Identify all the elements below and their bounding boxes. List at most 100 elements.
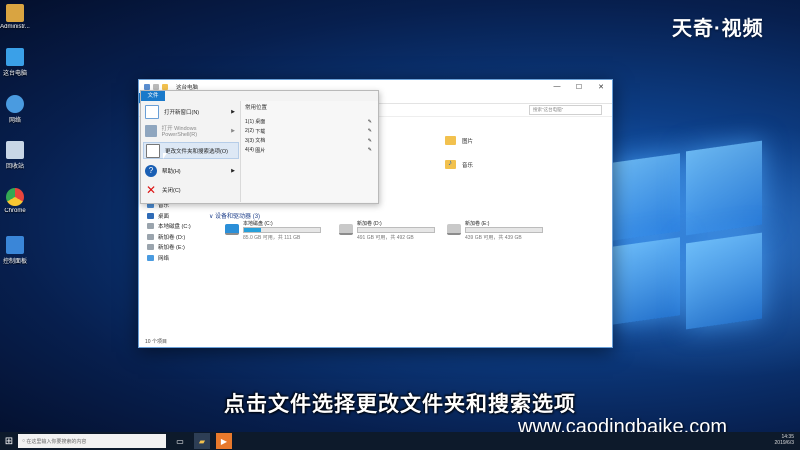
- desktop-icon-label: Chrome: [4, 208, 26, 214]
- frequent-place-item[interactable]: 2(2) 下载 ✎: [241, 127, 378, 137]
- nav-item-drive-d[interactable]: 新加卷 (D:): [147, 232, 191, 243]
- music-folder-icon: [445, 158, 456, 169]
- status-bar: 10 个项目: [145, 339, 167, 345]
- file-explorer-taskbar-icon[interactable]: ▰: [194, 433, 210, 449]
- nav-item-label: 新加卷 (E:): [158, 245, 185, 252]
- network-icon: [6, 95, 24, 113]
- drive-name: 新加卷 (D:): [357, 221, 382, 227]
- submenu-arrow-icon: ▶: [231, 108, 235, 115]
- menu-item-folder-options[interactable]: 更改文件夹和搜索选项(O): [143, 142, 239, 159]
- frequent-place-item[interactable]: 1(1) 桌面 ✎: [241, 117, 378, 127]
- mouse-cursor-icon: [163, 153, 167, 159]
- maximize-button[interactable]: ☐: [568, 83, 590, 91]
- frequent-label: 图片: [255, 147, 266, 154]
- drive-capacity: 439 GB 可用，共 439 GB: [465, 235, 522, 241]
- windows-start-icon: ⊞: [4, 435, 14, 447]
- powershell-icon: [145, 124, 157, 137]
- drive-name: 本地磁盘 (C:): [243, 221, 273, 227]
- pin-icon[interactable]: ✎: [368, 128, 372, 134]
- close-window-button[interactable]: ✕: [590, 83, 612, 91]
- nav-item-drive-e[interactable]: 新加卷 (E:): [147, 242, 191, 253]
- drive-icon: [147, 244, 154, 251]
- desktop-icon-control-panel[interactable]: 控制面板: [0, 236, 30, 265]
- task-view-icon[interactable]: ▭: [172, 433, 188, 449]
- search-input[interactable]: 搜索"这台电脑": [529, 105, 602, 115]
- frequent-label: 桌面: [255, 119, 266, 126]
- nav-item-label: 本地磁盘 (C:): [158, 224, 191, 231]
- drive-icon: [147, 223, 154, 230]
- pin-icon[interactable]: ✎: [368, 138, 372, 144]
- taskbar: ⊞ ○ 在这里输入你要搜索的内容 ▭ ▰ ▶ 14:35 2019/6/3: [0, 432, 800, 450]
- nav-item-drive-c[interactable]: 本地磁盘 (C:): [147, 221, 191, 232]
- folder-label: 图片: [462, 138, 474, 145]
- frequent-places-header: 常用位置: [245, 105, 268, 111]
- folder-options-icon: [146, 143, 160, 158]
- menu-item-open-new-window[interactable]: 打开新窗口(N) ▶: [143, 103, 239, 120]
- new-window-icon: [145, 104, 159, 119]
- desktop-icon-recycle-bin[interactable]: 回收站: [0, 141, 30, 170]
- desktop-icon-this-pc[interactable]: 这台电脑: [0, 48, 30, 77]
- pin-icon[interactable]: ✎: [368, 147, 372, 153]
- menu-item-label: 更改文件夹和搜索选项(O): [165, 148, 228, 155]
- menu-item-label: 关闭(C): [162, 187, 181, 194]
- drive-icon: [147, 233, 154, 240]
- pictures-folder-icon: [445, 136, 456, 145]
- computer-icon: [6, 48, 24, 66]
- file-menu: 文件 打开新窗口(N) ▶ 打开 Windows PowerShell(R) ▶ 更…: [140, 90, 379, 204]
- windows-drive-icon: [225, 224, 239, 235]
- windows-logo-wallpaper: [612, 140, 762, 340]
- devices-section-header[interactable]: ∨ 设备和驱动器 (3): [209, 211, 260, 220]
- frequent-place-item[interactable]: 4(4) 图片 ✎: [241, 146, 378, 156]
- desktop-icon-label: 这台电脑: [2, 71, 27, 77]
- pin-icon[interactable]: ✎: [368, 119, 372, 125]
- desktop-icon-label: 回收站: [5, 164, 24, 170]
- desktop-icon-label: 网络: [8, 118, 21, 124]
- chrome-icon: [6, 188, 24, 206]
- close-icon: ✕: [145, 182, 157, 197]
- drive-usage-bar: [465, 227, 543, 233]
- list-item[interactable]: 音乐: [445, 158, 473, 169]
- brand-logo: 天奇·视频: [672, 18, 764, 40]
- menu-item-label: 打开新窗口(N): [164, 109, 200, 116]
- drive-usage-fill: [244, 228, 262, 232]
- menu-item-powershell[interactable]: 打开 Windows PowerShell(R) ▶: [143, 122, 239, 139]
- frequent-place-item[interactable]: 3(3) 文档 ✎: [241, 136, 378, 146]
- minimize-button[interactable]: —: [546, 83, 568, 91]
- drive-capacity: 491 GB 可用，共 492 GB: [357, 235, 414, 241]
- frequent-key: 2(2): [245, 128, 254, 135]
- menu-item-close[interactable]: ✕ 关闭(C): [143, 181, 239, 198]
- video-subtitle: 点击文件选择更改文件夹和搜索选项: [224, 393, 576, 416]
- drive-icon: [447, 224, 461, 235]
- frequent-key: 3(3): [245, 137, 254, 144]
- menu-item-help[interactable]: ? 帮助(H) ▶: [143, 162, 239, 179]
- submenu-arrow-icon: ▶: [231, 167, 235, 174]
- frequent-key: 4(4): [245, 147, 254, 154]
- new-folder-icon[interactable]: [162, 83, 168, 90]
- frequent-label: 下载: [255, 128, 266, 135]
- system-clock[interactable]: 14:35 2019/6/3: [775, 434, 794, 446]
- app-taskbar-icon[interactable]: ▶: [216, 433, 232, 449]
- desktop-icon-administrator[interactable]: Administr...: [0, 4, 30, 30]
- desktop-icon-network[interactable]: 网络: [0, 95, 30, 124]
- nav-item-label: 桌面: [158, 213, 170, 220]
- user-icon: [6, 4, 24, 22]
- list-item[interactable]: 图片: [445, 136, 473, 145]
- frequent-label: 文档: [255, 138, 266, 145]
- submenu-arrow-icon: ▶: [231, 127, 235, 134]
- clock-date: 2019/6/3: [774, 440, 794, 446]
- desktop-icon-chrome[interactable]: Chrome: [0, 188, 30, 214]
- menu-item-label: 帮助(H): [162, 168, 181, 175]
- recycle-bin-icon: [6, 141, 24, 159]
- drive-usage-bar: [357, 227, 435, 233]
- help-icon: ?: [145, 164, 157, 177]
- taskbar-search-input[interactable]: ○ 在这里输入你要搜索的内容: [18, 434, 166, 448]
- drive-icon: [339, 224, 353, 235]
- file-menu-tab[interactable]: 文件: [141, 91, 165, 101]
- nav-item-desktop[interactable]: 桌面: [147, 211, 191, 222]
- start-button[interactable]: ⊞: [0, 432, 18, 450]
- nav-item-network[interactable]: 网络: [147, 253, 191, 264]
- frequent-key: 1(1): [245, 118, 254, 125]
- nav-item-label: 新加卷 (D:): [158, 234, 186, 241]
- nav-item-label: 网络: [158, 255, 170, 262]
- properties-icon[interactable]: [153, 83, 159, 90]
